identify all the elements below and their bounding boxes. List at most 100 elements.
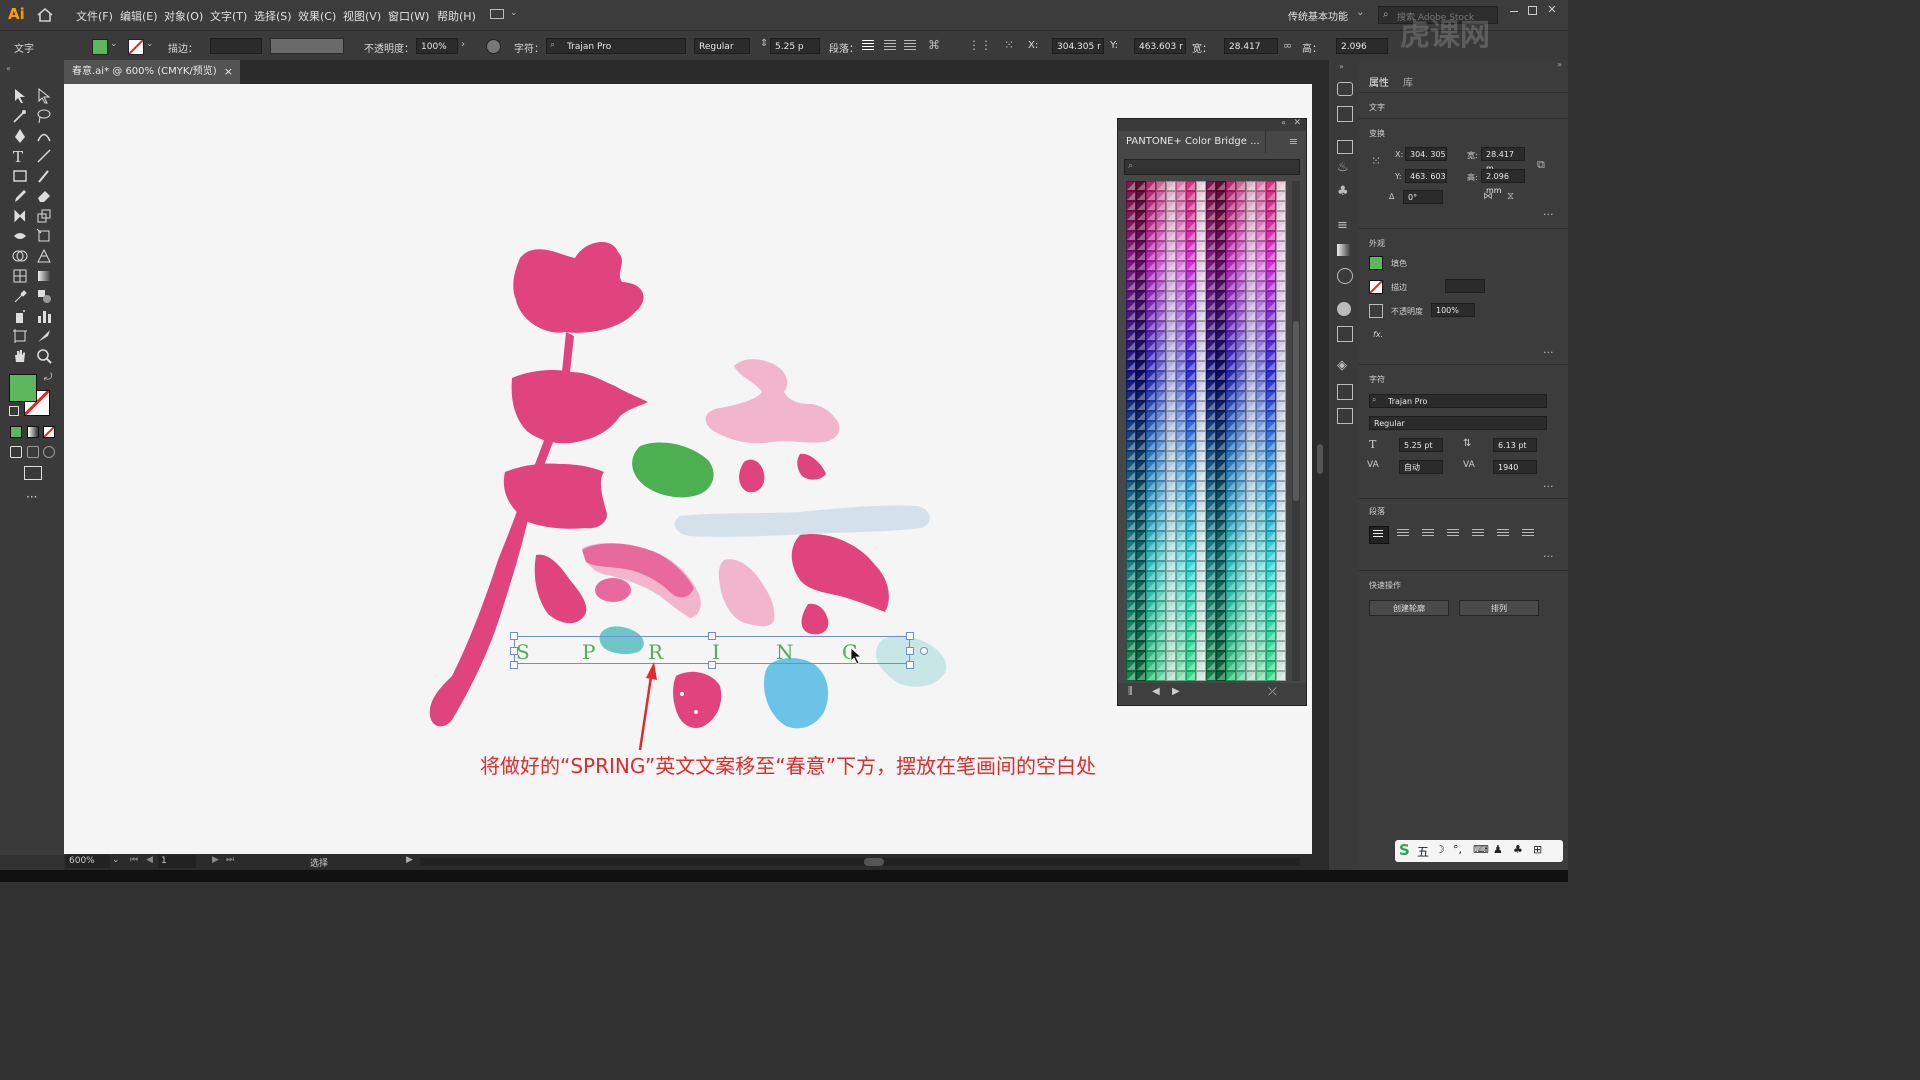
menu-view[interactable]: 视图(V) — [343, 8, 381, 24]
color-swatch[interactable] — [1206, 341, 1216, 351]
color-swatch[interactable] — [1136, 571, 1146, 581]
color-swatch[interactable] — [1136, 671, 1146, 681]
color-swatch[interactable] — [1206, 351, 1216, 361]
color-swatch[interactable] — [1226, 311, 1236, 321]
color-swatch[interactable] — [1176, 381, 1186, 391]
color-swatch[interactable] — [1186, 251, 1196, 261]
color-swatch[interactable] — [1196, 231, 1206, 241]
color-swatch[interactable] — [1246, 221, 1256, 231]
color-swatch[interactable] — [1126, 391, 1136, 401]
color-swatch[interactable] — [1186, 461, 1196, 471]
color-swatch[interactable] — [1256, 331, 1266, 341]
color-swatch[interactable] — [1266, 541, 1276, 551]
menu-window[interactable]: 窗口(W) — [388, 8, 429, 24]
color-swatch[interactable] — [1166, 651, 1176, 661]
color-swatch[interactable] — [1206, 581, 1216, 591]
color-swatch[interactable] — [1166, 561, 1176, 571]
color-swatch[interactable] — [1156, 251, 1166, 261]
color-swatch[interactable] — [1216, 341, 1226, 351]
color-swatch[interactable] — [1206, 651, 1216, 661]
flip-horizontal-icon[interactable]: ⋈ — [1483, 191, 1493, 202]
color-swatch[interactable] — [1146, 351, 1156, 361]
color-swatch[interactable] — [1156, 431, 1166, 441]
color-swatch[interactable] — [1136, 491, 1146, 501]
menu-effect[interactable]: 效果(C) — [298, 8, 336, 24]
color-swatch[interactable] — [1186, 241, 1196, 251]
color-swatch[interactable] — [1186, 271, 1196, 281]
color-swatch[interactable] — [1256, 431, 1266, 441]
color-swatch[interactable] — [1256, 241, 1266, 251]
color-swatch[interactable] — [1156, 611, 1166, 621]
color-swatch[interactable] — [1216, 491, 1226, 501]
color-swatch[interactable] — [1156, 221, 1166, 231]
color-swatch[interactable] — [1266, 421, 1276, 431]
color-swatch[interactable] — [1126, 511, 1136, 521]
color-swatch[interactable] — [1156, 491, 1166, 501]
color-swatch[interactable] — [1126, 221, 1136, 231]
y-field[interactable]: 463.603 r — [1134, 38, 1186, 54]
color-swatch[interactable] — [1236, 291, 1246, 301]
color-swatch[interactable] — [1216, 671, 1226, 681]
color-swatch[interactable] — [1206, 541, 1216, 551]
color-swatch[interactable] — [1146, 621, 1156, 631]
color-swatch[interactable] — [1236, 461, 1246, 471]
tracking-field[interactable]: 1940 — [1493, 460, 1537, 474]
color-swatch[interactable] — [1126, 201, 1136, 211]
color-swatch[interactable] — [1216, 621, 1226, 631]
chevron-down-icon[interactable]: ⌄ — [146, 39, 154, 49]
color-swatch[interactable] — [1176, 411, 1186, 421]
color-swatch[interactable] — [1196, 181, 1206, 191]
color-swatch[interactable] — [1166, 531, 1176, 541]
color-swatch[interactable] — [1136, 541, 1146, 551]
color-swatch[interactable] — [1276, 611, 1286, 621]
color-swatch[interactable] — [1196, 221, 1206, 231]
color-swatch[interactable] — [1166, 611, 1176, 621]
color-swatch[interactable] — [1236, 281, 1246, 291]
color-swatch[interactable] — [1266, 461, 1276, 471]
color-swatch[interactable] — [1196, 571, 1206, 581]
color-swatch[interactable] — [1156, 401, 1166, 411]
lasso-tool-icon[interactable] — [36, 108, 52, 124]
color-swatch[interactable] — [1226, 421, 1236, 431]
minimize-icon[interactable] — [1506, 3, 1522, 17]
color-swatch[interactable] — [1136, 411, 1146, 421]
color-swatch[interactable] — [1256, 271, 1266, 281]
swatch-search-input[interactable]: ⌕ — [1124, 159, 1300, 175]
color-swatch[interactable] — [1186, 541, 1196, 551]
color-swatch[interactable] — [1126, 671, 1136, 681]
color-swatch[interactable] — [1146, 421, 1156, 431]
color-swatch[interactable] — [1276, 341, 1286, 351]
chevron-down-icon[interactable]: ⌄ — [110, 39, 118, 49]
color-swatch[interactable] — [1186, 401, 1196, 411]
color-swatch[interactable] — [1146, 481, 1156, 491]
zoom-tool-icon[interactable] — [36, 348, 52, 364]
stroke-swatch[interactable] — [1369, 280, 1383, 294]
color-swatch[interactable] — [1256, 311, 1266, 321]
more-tools-icon[interactable]: ··· — [26, 490, 37, 504]
color-swatch[interactable] — [1246, 491, 1256, 501]
color-swatch[interactable] — [1196, 311, 1206, 321]
color-swatch[interactable] — [1186, 521, 1196, 531]
color-swatch[interactable] — [1196, 591, 1206, 601]
color-swatch[interactable] — [1206, 461, 1216, 471]
color-swatch[interactable] — [1146, 281, 1156, 291]
free-transform-tool-icon[interactable] — [36, 228, 52, 244]
color-swatch[interactable] — [1156, 671, 1166, 681]
color-swatch[interactable] — [1246, 311, 1256, 321]
color-swatch[interactable] — [1136, 291, 1146, 301]
color-swatch[interactable] — [1216, 611, 1226, 621]
color-swatch[interactable] — [1266, 271, 1276, 281]
color-swatch[interactable] — [1136, 251, 1146, 261]
color-swatch[interactable] — [1266, 431, 1276, 441]
color-swatch[interactable] — [1176, 371, 1186, 381]
color-swatch[interactable] — [1226, 531, 1236, 541]
color-swatch[interactable] — [1256, 391, 1266, 401]
draw-inside-icon[interactable] — [43, 446, 55, 458]
color-swatch[interactable] — [1166, 321, 1176, 331]
color-swatch[interactable] — [1216, 461, 1226, 471]
color-swatch[interactable] — [1276, 401, 1286, 411]
color-swatch[interactable] — [1126, 451, 1136, 461]
color-swatch[interactable] — [1216, 421, 1226, 431]
color-swatch[interactable] — [1236, 521, 1246, 531]
color-swatch[interactable] — [1276, 531, 1286, 541]
